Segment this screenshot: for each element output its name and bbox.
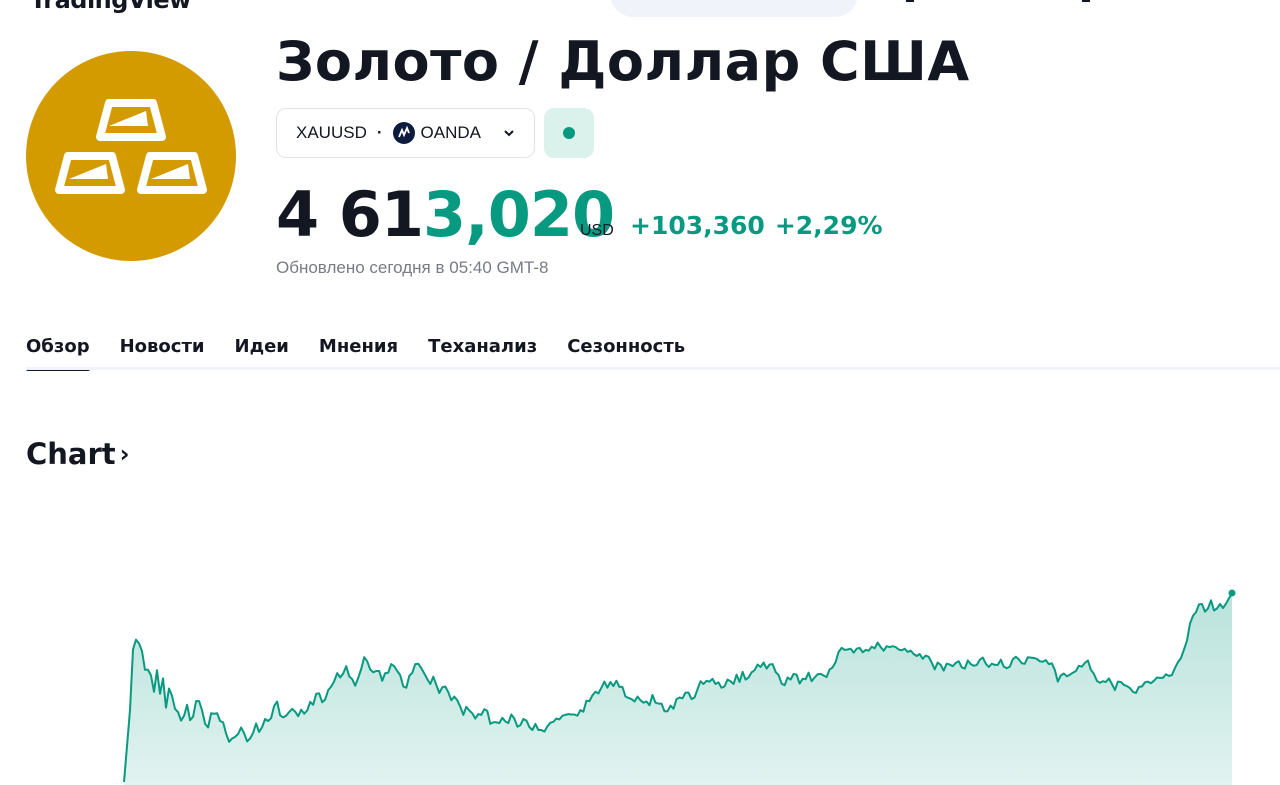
nav-fragment [906,0,914,2]
change-absolute: +103,360 [630,211,765,240]
brand-logo[interactable]: TradingView [30,0,191,14]
separator-dot: · [376,123,383,142]
price-change: +103,360 +2,29% [630,211,883,240]
symbol-selector[interactable]: XAUUSD · OANDA [276,108,535,158]
exchange-label: OANDA [420,123,481,142]
chart-area-fill [124,593,1232,785]
tab-opinions[interactable]: Мнения [319,334,398,370]
top-header: TradingView [0,0,1280,20]
symbol-label: XAUUSD [296,123,367,142]
market-open-dot [563,127,575,139]
tab-news[interactable]: Новости [120,334,205,370]
gold-bars-icon [26,51,236,261]
section-tabs: Обзор Новости Идеи Мнения Теханализ Сезо… [26,334,715,371]
chart-section-link[interactable]: Chart › [26,437,130,471]
chart-last-point [1228,589,1236,597]
market-status-button[interactable] [544,108,594,158]
instrument-title: Золото / Доллар США [276,30,970,93]
price-main: 4 61 [276,178,424,251]
change-percent: +2,29% [774,211,883,240]
tabs-divider [26,367,1280,370]
tab-overview[interactable]: Обзор [26,334,90,371]
exchange-logo-icon [392,122,415,144]
price-chart[interactable] [0,560,1280,785]
chart-heading: Chart [26,437,116,471]
tab-seasonality[interactable]: Сезонность [567,334,685,370]
search-bar[interactable] [610,0,858,17]
chevron-down-icon [504,130,514,137]
tab-technicals[interactable]: Теханализ [428,334,537,370]
last-update-time: Обновлено сегодня в 05:40 GMT-8 [276,258,549,277]
gold-bars-svg [55,99,207,194]
tab-ideas[interactable]: Идеи [235,334,289,370]
price-tail: 3,020 [423,178,615,251]
chevron-right-icon: › [119,440,130,468]
last-price: 4 613,020 [276,178,615,251]
currency-label: USD [580,222,614,239]
nav-fragment [1082,0,1090,2]
